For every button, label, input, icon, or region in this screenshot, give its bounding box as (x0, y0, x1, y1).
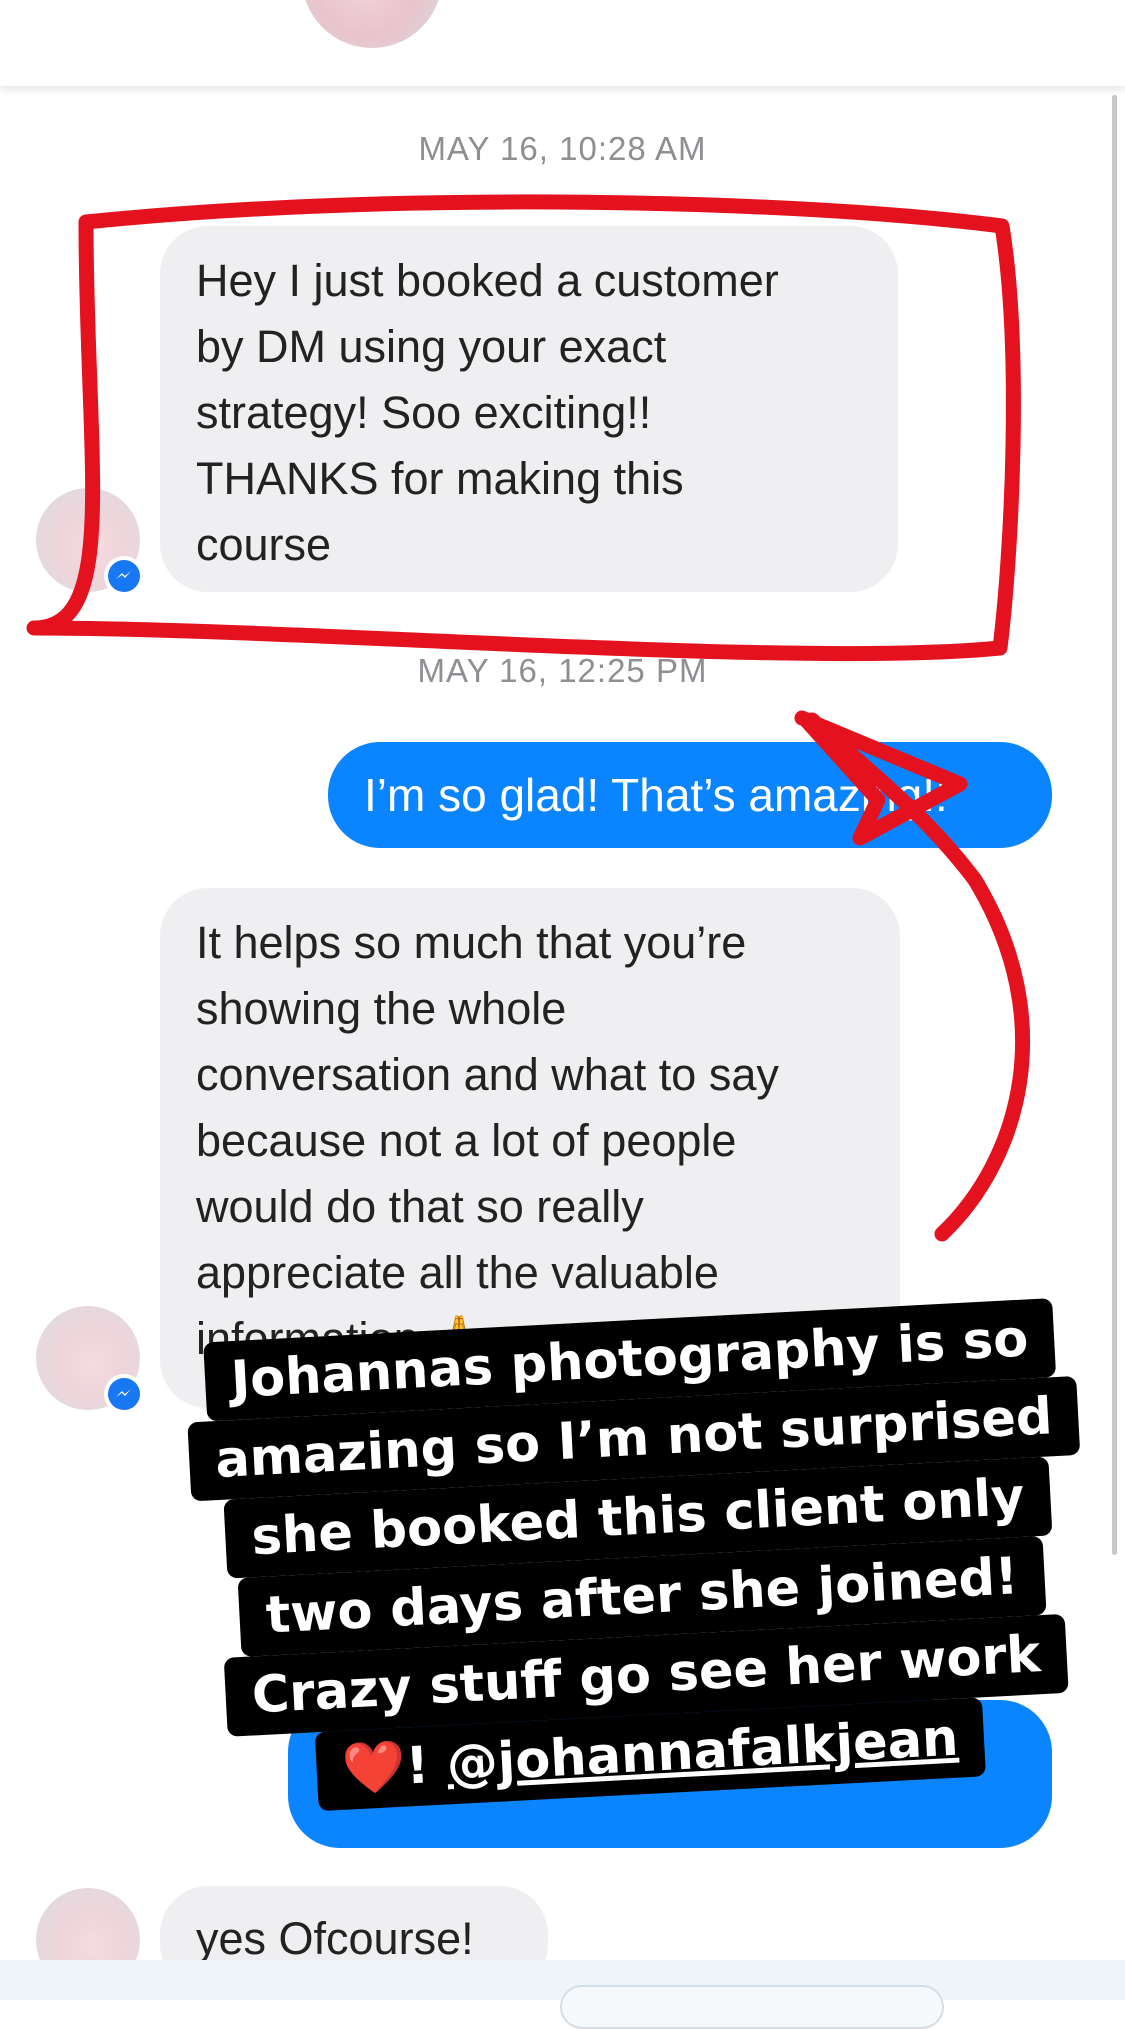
message-line: by DM using your exact (196, 321, 667, 372)
story-text-overlay: Johannas photography is so amazing so I’… (178, 1297, 1102, 1817)
message-line: It helps so much that you’re (196, 917, 747, 968)
timestamp: MAY 16, 10:28 AM (418, 130, 707, 167)
scroll-indicator (1112, 95, 1117, 1555)
user-mention-link[interactable]: @johannafalkjean (445, 1709, 959, 1795)
messenger-icon (104, 1374, 144, 1414)
overlay-exclaim: ! (404, 1735, 449, 1797)
message-line: strategy! Soo exciting!! (196, 387, 652, 438)
message-line: Hey I just booked a customer (196, 255, 779, 306)
message-line: THANKS for making this (196, 453, 684, 504)
message-line: conversation and what to say (196, 1049, 779, 1100)
timestamp: MAY 16, 12:25 PM (417, 652, 708, 689)
message-line: I’m so glad! That’s amazing!! (364, 769, 948, 821)
outgoing-message-bubble[interactable]: I’m so glad! That’s amazing!! (328, 742, 1052, 848)
message-line: course (196, 519, 332, 570)
heart-icon: ❤️ (340, 1737, 408, 1800)
chat-header (0, 0, 1125, 86)
message-line: because not a lot of people (196, 1115, 737, 1166)
incoming-message-bubble[interactable]: Hey I just booked a customer by DM using… (160, 226, 898, 592)
message-line: would do that so really (196, 1181, 644, 1232)
message-line: showing the whole (196, 983, 567, 1034)
composer-bar (0, 1960, 1125, 2000)
messenger-icon (104, 556, 144, 596)
contact-avatar-header[interactable] (302, 0, 442, 48)
message-line: appreciate all the valuable (196, 1247, 719, 1298)
message-input[interactable] (560, 1985, 944, 2029)
